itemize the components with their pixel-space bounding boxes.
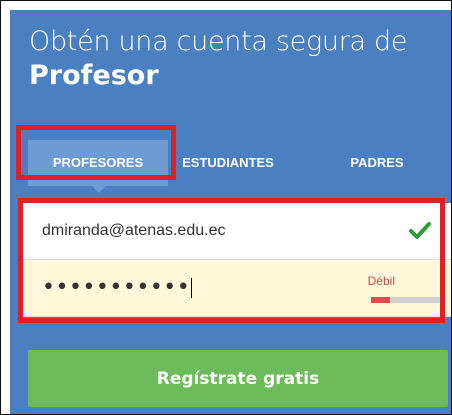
- tab-estudiantes[interactable]: ESTUDIANTES: [172, 140, 284, 186]
- tab-padres[interactable]: PADRES: [337, 140, 417, 186]
- email-field-row: [20, 203, 451, 260]
- account-type-tabs: PROFESORES ESTUDIANTES PADRES: [10, 140, 451, 193]
- register-button[interactable]: Regístrate gratis: [28, 350, 448, 407]
- text-caret: [191, 278, 193, 298]
- password-field[interactable]: •••••••••••: [42, 260, 193, 316]
- heading-line-2: Profesor: [29, 60, 159, 91]
- password-strength-meter: [371, 297, 445, 303]
- password-dots: •••••••••••: [42, 275, 191, 300]
- tab-profesores[interactable]: PROFESORES: [28, 140, 168, 193]
- password-strength-label: Débil: [367, 274, 395, 288]
- email-field[interactable]: [42, 203, 372, 259]
- check-icon: [409, 222, 431, 239]
- signup-heading: Obtén una cuenta segura de Profesor: [29, 25, 408, 93]
- password-field-row: ••••••••••• Débil: [20, 260, 451, 317]
- password-strength-fill: [371, 297, 390, 303]
- signup-form: ••••••••••• Débil: [20, 203, 451, 317]
- heading-line-1: Obtén una cuenta segura de: [29, 26, 408, 57]
